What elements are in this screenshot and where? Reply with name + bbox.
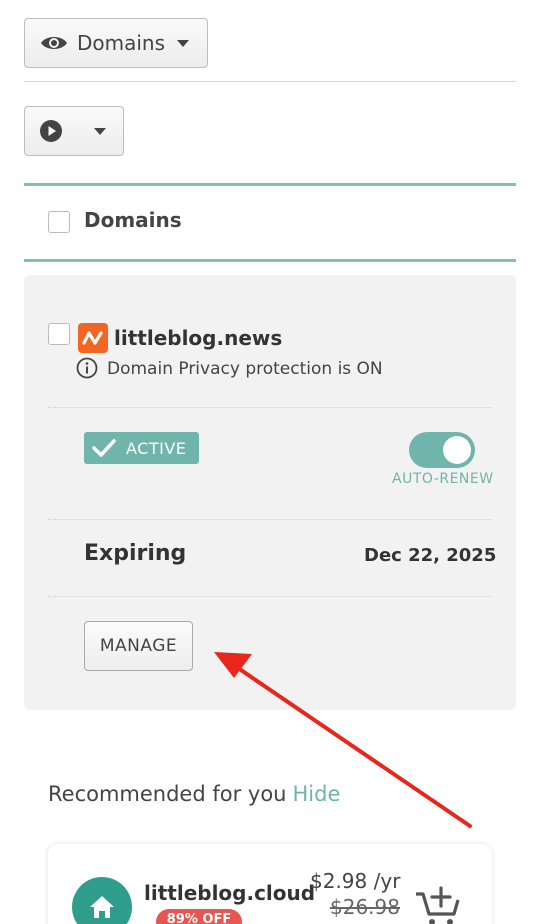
- privacy-status-text: Domain Privacy protection is ON: [107, 359, 383, 379]
- status-text: ACTIVE: [126, 438, 187, 458]
- divider: [24, 81, 516, 82]
- domains-page: Domains Domains littleblog.news Domain P…: [0, 0, 540, 924]
- filter-label: Domains: [77, 31, 166, 55]
- domain-name-link[interactable]: littleblog.news: [114, 326, 282, 350]
- select-all-checkbox[interactable]: [48, 211, 70, 233]
- divider: [48, 407, 492, 408]
- divider: [48, 519, 492, 520]
- discount-badge: 89% OFF: [156, 909, 242, 924]
- status-badge: ACTIVE: [84, 432, 199, 464]
- play-circle-icon: [40, 120, 62, 142]
- checkmark-icon: [92, 439, 116, 457]
- chevron-down-icon: [94, 127, 106, 135]
- action-dropdown[interactable]: [24, 106, 124, 156]
- eye-icon: [41, 37, 67, 49]
- list-header-label: Domains: [84, 208, 182, 232]
- domains-filter-dropdown[interactable]: Domains: [24, 18, 208, 68]
- recommended-domain-name: littleblog.cloud: [144, 881, 316, 905]
- auto-renew-toggle[interactable]: [409, 432, 475, 468]
- recommended-price: $2.98 /yr: [310, 869, 401, 893]
- recommended-old-price: $26.98: [330, 895, 400, 919]
- news-tld-icon: [78, 323, 108, 353]
- manage-button[interactable]: MANAGE: [84, 621, 193, 671]
- domain-checkbox[interactable]: [48, 323, 70, 345]
- list-header-top-border: [24, 183, 516, 186]
- auto-renew-label: AUTO-RENEW: [392, 471, 494, 487]
- recommended-heading: Recommended for you Hide: [48, 782, 340, 806]
- recommended-title: Recommended for you: [48, 782, 287, 806]
- add-to-cart-icon[interactable]: [414, 884, 462, 924]
- expiring-date: Dec 22, 2025: [364, 545, 497, 566]
- divider: [48, 596, 492, 597]
- hide-recommendations-link[interactable]: Hide: [293, 782, 341, 806]
- list-header-bottom-border: [24, 259, 516, 262]
- info-icon[interactable]: [76, 357, 98, 379]
- toggle-knob: [443, 436, 471, 464]
- expiring-label: Expiring: [84, 541, 187, 566]
- chevron-down-icon: [177, 39, 190, 47]
